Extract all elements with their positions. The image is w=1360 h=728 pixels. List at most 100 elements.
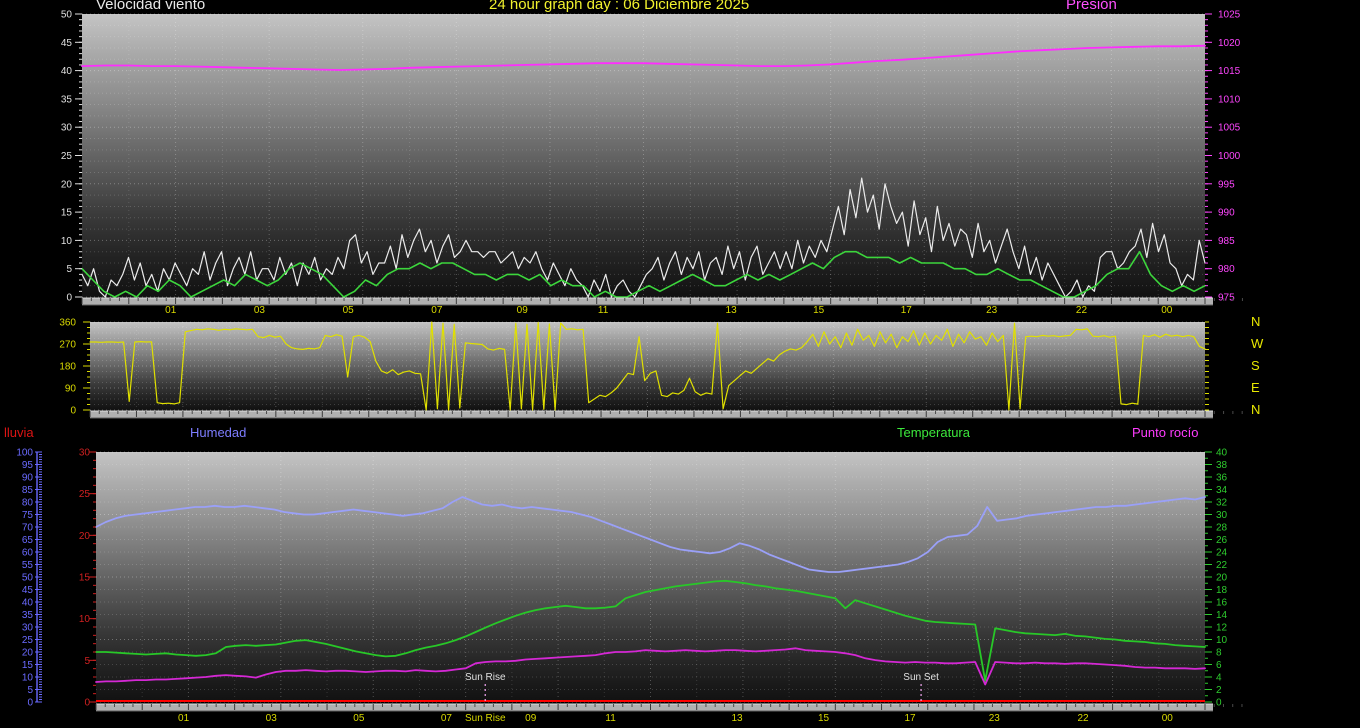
axis-tick-label: 990 <box>1218 208 1235 219</box>
axis-tick-label: 2 <box>1216 685 1222 696</box>
hour-label: 00 <box>1162 713 1174 724</box>
axis-tick-label: 1005 <box>1218 123 1241 134</box>
hour-label: 23 <box>986 305 998 316</box>
axis-tick-label: 45 <box>61 38 73 49</box>
axis-tick-label: 60 <box>22 548 34 559</box>
axis-tick-label: 5 <box>27 685 33 696</box>
compass-label: E <box>1251 380 1260 395</box>
axis-tick-label: 34 <box>1216 485 1228 496</box>
sunrise-axis-label: Sun Rise <box>465 713 506 724</box>
axis-tick-label: 40 <box>61 66 73 77</box>
axis-tick-label: 26 <box>1216 535 1228 546</box>
axis-tick-label: 20 <box>22 648 34 659</box>
time-axis-bar <box>96 704 1242 711</box>
axis-tick-label: 16 <box>1216 598 1228 609</box>
axis-tick-label: 36 <box>1216 473 1228 484</box>
wind-direction-chart: 0 90 180 270 360 <box>59 318 1209 417</box>
axis-tick-label: 1015 <box>1218 66 1241 77</box>
hour-label: 07 <box>431 305 443 316</box>
axis-tick-label: 15 <box>79 573 91 584</box>
axis-tick-label: 15 <box>22 660 34 671</box>
hour-label: 22 <box>1076 305 1088 316</box>
compass-labels: NWSEN <box>1251 314 1264 417</box>
axis-tick-label: 14 <box>1216 610 1228 621</box>
axis-tick-label: 28 <box>1216 523 1228 534</box>
axis-tick-label: 40 <box>1216 448 1228 459</box>
hour-labels: 010305070911131517232200 <box>165 305 1173 316</box>
axis-tick-label: 5 <box>66 264 72 275</box>
hour-label: 01 <box>178 713 190 724</box>
axis-tick-label: 75 <box>22 510 34 521</box>
axis-tick-label: 10 <box>79 614 91 625</box>
hour-label: 17 <box>904 713 916 724</box>
axis-tick-label: 8 <box>1216 648 1222 659</box>
axis-tick-label: 4 <box>1216 673 1222 684</box>
axis-tick-label: 0 <box>66 293 72 304</box>
weather-graph-window: Velocidad viento 24 hour graph day : 06 … <box>0 0 1360 728</box>
axis-tick-label: 20 <box>61 179 73 190</box>
axis-tick-label: 25 <box>61 151 73 162</box>
humidity-axis: 0510152025303540455055606570758085909510… <box>16 448 42 709</box>
axis-tick-label: 45 <box>22 585 34 596</box>
axis-tick-label: 70 <box>22 523 34 534</box>
axis-tick-label: 20 <box>79 531 91 542</box>
axis-tick-label: 25 <box>79 489 91 500</box>
axis-tick-label: 10 <box>1216 635 1228 646</box>
axis-tick-label: 12 <box>1216 623 1228 634</box>
axis-tick-label: 0 <box>27 698 33 709</box>
hour-label: 09 <box>525 713 537 724</box>
axis-tick-label: 0 <box>70 406 76 417</box>
axis-tick-label: 30 <box>1216 510 1228 521</box>
axis-tick-label: 65 <box>22 535 34 546</box>
hour-label: 09 <box>517 305 529 316</box>
axis-tick-label: 25 <box>22 635 34 646</box>
axis-tick-label: 1010 <box>1218 94 1241 105</box>
hour-label: 03 <box>254 305 266 316</box>
axis-tick-label: 6 <box>1216 660 1222 671</box>
axis-tick-label: 35 <box>61 94 73 105</box>
axis-tick-label: 5 <box>84 656 90 667</box>
sun-marker-label: Sun Rise <box>465 672 506 683</box>
axis-tick-label: 95 <box>22 460 34 471</box>
hour-labels: 010305070911131517232200Sun Rise <box>178 713 1173 724</box>
hour-label: 11 <box>598 305 609 316</box>
hour-label: 05 <box>343 305 355 316</box>
axis-tick-label: 995 <box>1218 179 1235 190</box>
axis-tick-label: 180 <box>59 362 76 373</box>
compass-label: S <box>1251 358 1260 373</box>
axis-tick-label: 30 <box>79 448 91 459</box>
axis-tick-label: 35 <box>22 610 34 621</box>
axis-tick-label: 30 <box>22 623 34 634</box>
axis-tick-label: 975 <box>1218 293 1235 304</box>
axis-tick-label: 985 <box>1218 236 1235 247</box>
axis-tick-label: 50 <box>61 10 73 21</box>
axis-tick-label: 360 <box>59 318 76 329</box>
compass-label: N <box>1251 402 1260 417</box>
time-axis-bar <box>90 411 1242 418</box>
axis-tick-label: 50 <box>22 573 34 584</box>
axis-tick-label: 0 <box>1216 698 1222 709</box>
axis-tick-label: 0 <box>84 698 90 709</box>
wind-pressure-chart: 0510152025303540455097598098599099510001… <box>61 10 1241 304</box>
axis-tick-label: 1020 <box>1218 38 1241 49</box>
hour-label: 15 <box>818 713 830 724</box>
axis-tick-label: 55 <box>22 560 34 571</box>
hour-label: 23 <box>989 713 1001 724</box>
axis-tick-label: 22 <box>1216 560 1228 571</box>
axis-tick-label: 18 <box>1216 585 1228 596</box>
hour-label: 17 <box>901 305 913 316</box>
axis-tick-label: 30 <box>61 123 73 134</box>
hour-label: 07 <box>441 713 453 724</box>
axis-tick-label: 20 <box>1216 573 1228 584</box>
humidity-temperature-chart: Sun RiseSun Set0510152025300246810121416… <box>79 448 1228 709</box>
axis-tick-label: 980 <box>1218 264 1235 275</box>
axis-tick-label: 38 <box>1216 460 1228 471</box>
axis-tick-label: 90 <box>22 473 34 484</box>
compass-label: N <box>1251 314 1260 329</box>
axis-tick-label: 270 <box>59 340 76 351</box>
axis-tick-label: 90 <box>65 384 77 395</box>
hour-label: 05 <box>353 713 365 724</box>
charts-canvas: 0510152025303540455097598098599099510001… <box>0 0 1360 728</box>
hour-label: 11 <box>605 713 616 724</box>
axis-tick-label: 32 <box>1216 498 1228 509</box>
